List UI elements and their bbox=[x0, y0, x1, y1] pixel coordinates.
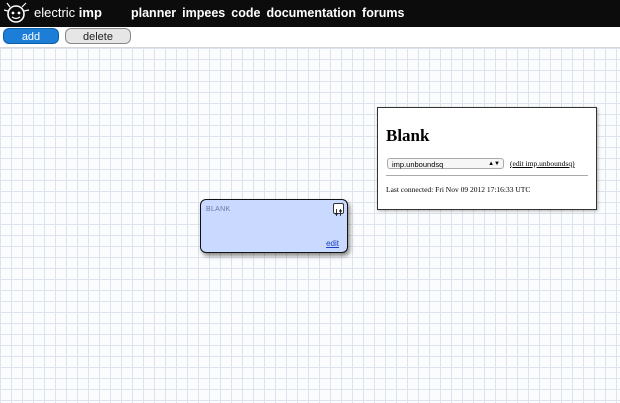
edit-imp-link[interactable]: edit imp.unboundsq bbox=[513, 159, 573, 168]
toolbar: add node delete node bbox=[0, 27, 620, 59]
select-arrows-icon: ▲▼ bbox=[488, 161, 500, 167]
imp-select[interactable]: imp.unboundsq ▲▼ bbox=[387, 158, 504, 169]
nav-forums[interactable]: forums bbox=[362, 6, 404, 20]
nav-planner[interactable]: planner bbox=[131, 6, 176, 20]
nav-documentation[interactable]: documentation bbox=[266, 6, 356, 20]
add-node-button[interactable]: add node bbox=[3, 28, 59, 59]
last-connected-status: Last connected: Fri Nov 09 2012 17:16:33… bbox=[386, 185, 531, 194]
sliders-icon bbox=[335, 209, 342, 216]
paren-close: ) bbox=[572, 159, 575, 168]
edit-imp-link-wrapper: (edit imp.unboundsq) bbox=[510, 159, 575, 168]
node-settings-icon[interactable] bbox=[333, 203, 344, 216]
brand-light: electric bbox=[34, 5, 79, 20]
electric-imp-logo-icon[interactable] bbox=[4, 2, 30, 24]
node-info-panel: Blank imp.unboundsq ▲▼ (edit imp.unbound… bbox=[377, 107, 597, 210]
delete-node-button[interactable]: delete node bbox=[65, 28, 131, 59]
impee-node[interactable]: BLANK edit bbox=[200, 199, 348, 253]
panel-title: Blank bbox=[386, 126, 430, 145]
nav-impees[interactable]: impees bbox=[182, 6, 225, 20]
node-title: BLANK bbox=[206, 206, 231, 213]
top-nav-bar: electric imp planner impees code documen… bbox=[0, 0, 620, 27]
brand-bold: imp bbox=[78, 5, 102, 20]
node-edit-link[interactable]: edit bbox=[326, 239, 339, 248]
brand-name[interactable]: electric imp bbox=[34, 5, 102, 20]
nav-code[interactable]: code bbox=[231, 6, 260, 20]
panel-divider bbox=[386, 175, 588, 176]
imp-select-value: imp.unboundsq bbox=[392, 160, 444, 169]
main-nav: planner impees code documentation forums bbox=[131, 6, 404, 20]
